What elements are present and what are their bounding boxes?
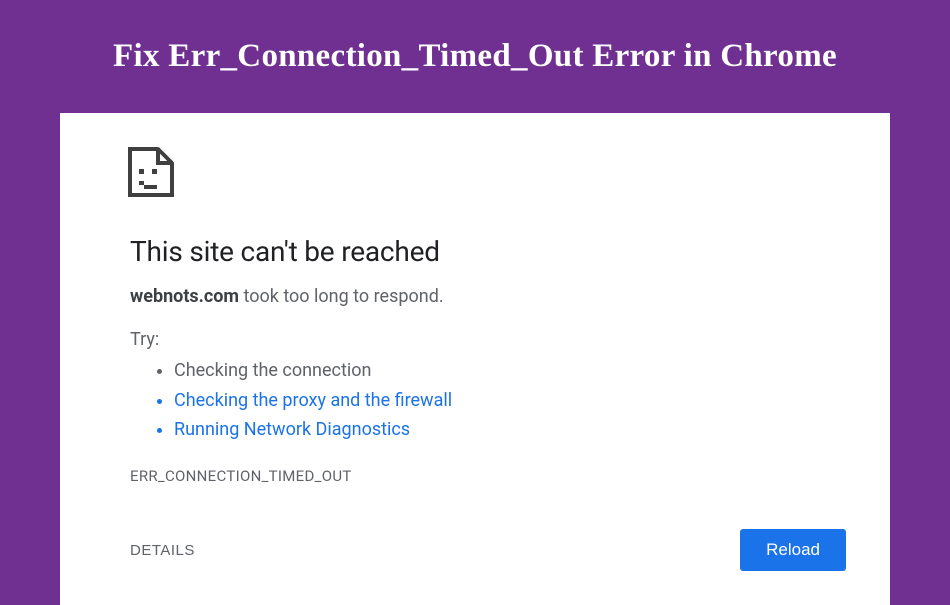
suggestion-item: Running Network Diagnostics (174, 415, 846, 445)
page-title: Fix Err_Connection_Timed_Out Error in Ch… (0, 0, 950, 75)
suggestion-link[interactable]: Checking the proxy and the firewall (174, 390, 452, 411)
chrome-error-panel: This site can't be reached webnots.com t… (60, 113, 890, 605)
error-code: ERR_CONNECTION_TIMED_OUT (130, 467, 846, 485)
try-label: Try: (130, 329, 846, 350)
suggestion-list: Checking the connection Checking the pro… (174, 356, 846, 445)
suggestion-item: Checking the proxy and the firewall (174, 386, 846, 416)
error-heading: This site can't be reached (130, 235, 846, 268)
error-message-suffix: took too long to respond. (239, 286, 444, 307)
suggestion-text: Checking the connection (174, 360, 371, 381)
sad-page-icon (128, 147, 174, 197)
reload-button[interactable]: Reload (740, 529, 846, 571)
bottom-row: DETAILS Reload (130, 529, 846, 571)
suggestion-link[interactable]: Running Network Diagnostics (174, 419, 410, 440)
details-button[interactable]: DETAILS (130, 542, 195, 559)
error-subtext: webnots.com took too long to respond. (130, 286, 846, 307)
error-hostname: webnots.com (130, 286, 239, 307)
suggestion-item: Checking the connection (174, 356, 846, 386)
